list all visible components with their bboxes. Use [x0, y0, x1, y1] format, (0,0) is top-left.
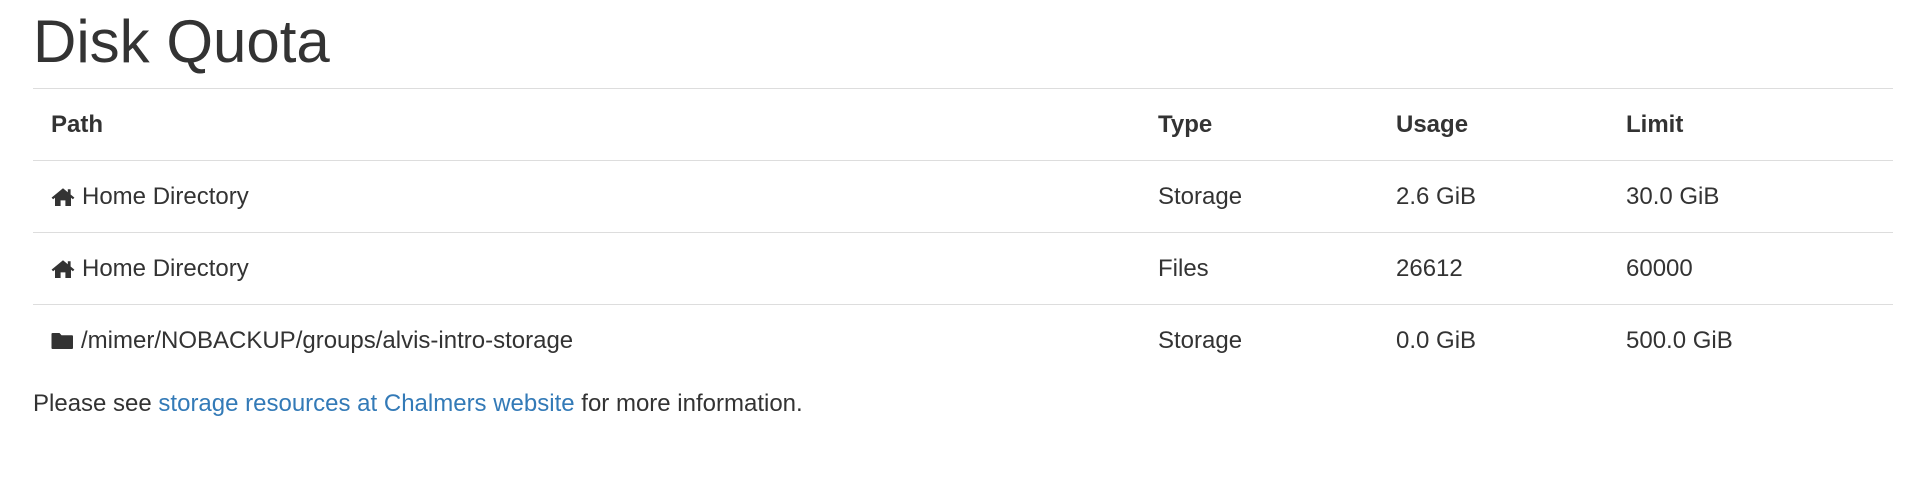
limit-cell: 30.0 GiB	[1608, 160, 1893, 233]
table-row: Home Directory Storage 2.6 GiB 30.0 GiB	[33, 160, 1893, 233]
usage-cell: 0.0 GiB	[1396, 326, 1477, 354]
table-row: Home Directory Files 26612 60000	[33, 232, 1893, 305]
path-label: /mimer/NOBACKUP/groups/alvis-intro-stora…	[81, 326, 574, 354]
column-header-usage: Usage	[1378, 88, 1608, 161]
usage-cell: 2.6 GiB	[1378, 160, 1608, 233]
page-title: Disk Quota	[33, 8, 330, 75]
type-cell: Storage	[1158, 326, 1243, 354]
table-header-row: Path Type Usage Limit	[33, 88, 1893, 161]
limit-cell: 60000	[1608, 232, 1893, 305]
path-cell: /mimer/NOBACKUP/groups/alvis-intro-stora…	[33, 305, 1140, 377]
type-cell: Files	[1140, 232, 1378, 305]
page: Disk Quota Path Type Usage Limit Home Di…	[0, 0, 1913, 485]
folder-icon	[51, 332, 74, 350]
table-row: /mimer/NOBACKUP/groups/alvis-intro-stora…	[33, 305, 1893, 377]
path-label: Home Directory	[82, 182, 249, 210]
usage-cell: 26612	[1378, 232, 1608, 305]
path-cell-content: /mimer/NOBACKUP/groups/alvis-intro-stora…	[51, 327, 1140, 355]
path-cell-content: Home Directory	[51, 255, 1140, 283]
quota-table: Path Type Usage Limit Home Directory Sto…	[33, 88, 1893, 377]
column-header-path: Path	[33, 88, 1140, 161]
column-header-limit: Limit	[1608, 88, 1893, 161]
path-label: Home Directory	[82, 254, 249, 282]
info-prefix: Please see	[33, 389, 159, 417]
chalmers-storage-link[interactable]: storage resources at Chalmers website	[158, 390, 574, 417]
column-header-type: Type	[1140, 88, 1378, 161]
limit-cell: 500.0 GiB	[1626, 326, 1733, 354]
type-cell: Storage	[1140, 160, 1378, 233]
home-icon	[51, 187, 75, 207]
home-icon	[51, 259, 75, 279]
info-text: Please see storage resources at Chalmers…	[33, 387, 1893, 421]
path-cell: Home Directory	[33, 160, 1140, 233]
info-suffix: for more information.	[574, 389, 803, 417]
disk-quota-panel: Disk Quota Path Type Usage Limit Home Di…	[33, 0, 1893, 421]
path-cell: Home Directory	[33, 232, 1140, 305]
path-cell-content: Home Directory	[51, 183, 1140, 211]
